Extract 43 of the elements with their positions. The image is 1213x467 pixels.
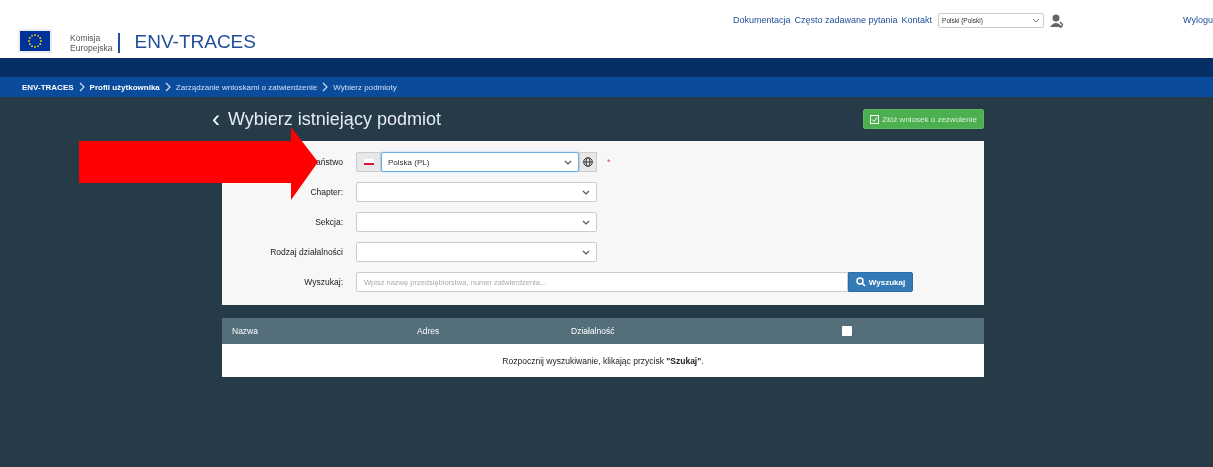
column-header: Działalność bbox=[571, 326, 616, 336]
field-label: Wyszukaj: bbox=[303, 277, 344, 287]
back-button[interactable]: ‹ bbox=[212, 107, 220, 131]
select-all-checkbox[interactable] bbox=[842, 326, 852, 336]
header-link[interactable]: Dokumentacja bbox=[732, 13, 791, 27]
caret-icon bbox=[582, 249, 590, 255]
empty-message: Rozpocznij wyszukiwanie, klikając przycisk "Szukaj". bbox=[502, 355, 704, 366]
globe-icon bbox=[583, 157, 593, 167]
caret-icon bbox=[1032, 18, 1041, 23]
dropdown-field[interactable] bbox=[356, 212, 597, 232]
header-link[interactable]: Kontakt bbox=[901, 13, 933, 27]
column-header: Adres bbox=[417, 326, 441, 336]
caret-icon bbox=[564, 159, 572, 165]
search-button[interactable]: Wyszukaj bbox=[848, 272, 913, 292]
field-label: Chapter: bbox=[309, 187, 344, 197]
breadcrumb-link[interactable]: ENV-TRACES bbox=[22, 82, 74, 92]
caret-icon bbox=[582, 189, 590, 195]
globe-button[interactable] bbox=[579, 152, 597, 172]
user-icon bbox=[1050, 13, 1064, 28]
breadcrumb-link[interactable]: Zarządzanie wnioskami o zatwierdzenie bbox=[175, 82, 318, 92]
caret-icon bbox=[582, 219, 590, 225]
flag-icon bbox=[363, 159, 374, 165]
flag-logo-icon bbox=[20, 31, 50, 51]
field-label: Rodzaj działalności bbox=[269, 247, 344, 257]
field-label: Sekcja: bbox=[314, 217, 344, 227]
column-header: Nazwa bbox=[231, 326, 259, 336]
page-title: Wybierz istniejący podmiot bbox=[228, 108, 441, 130]
chevron-icon bbox=[322, 82, 329, 92]
header-link[interactable]: Często zadawane pytania bbox=[794, 13, 898, 27]
dropdown-field[interactable] bbox=[356, 182, 597, 202]
search-icon bbox=[855, 277, 866, 287]
chevron-icon bbox=[78, 82, 85, 92]
breadcrumb-link[interactable]: Wybierz podmioty bbox=[333, 82, 397, 92]
breadcrumb-link[interactable]: Profil użytkownika bbox=[89, 82, 160, 92]
app-title: ENV-TRACES bbox=[134, 31, 256, 53]
organisation-name: Komisja Europejska bbox=[70, 33, 120, 53]
required-mark: * bbox=[607, 157, 611, 167]
field-label: aństwo bbox=[315, 157, 344, 167]
checkbox-icon bbox=[870, 114, 880, 124]
country-select[interactable]: Polska (PL) bbox=[381, 152, 579, 172]
dropdown-field[interactable] bbox=[356, 242, 597, 262]
logout-link[interactable]: Wylogu bbox=[1183, 13, 1213, 27]
chevron-icon bbox=[164, 82, 171, 92]
